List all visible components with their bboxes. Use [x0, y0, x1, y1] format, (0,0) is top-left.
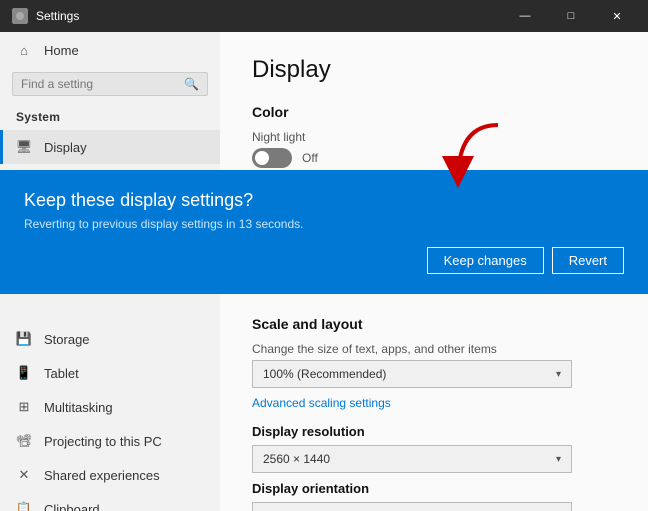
settings-window-icon [12, 8, 28, 24]
sidebar-projecting-label: Projecting to this PC [44, 434, 162, 449]
window-title: Settings [36, 9, 79, 23]
dialog-overlay: Keep these display settings? Reverting t… [0, 170, 648, 294]
sidebar-item-tablet[interactable]: 📱 Tablet [0, 356, 220, 390]
dialog-box: Keep these display settings? Reverting t… [0, 170, 648, 294]
title-bar-left: Settings [12, 8, 79, 24]
night-light-label: Night light [252, 130, 616, 144]
scale-desc: Change the size of text, apps, and other… [252, 342, 616, 356]
dialog-subtitle: Reverting to previous display settings i… [24, 217, 624, 231]
minimize-button[interactable]: — [502, 0, 548, 32]
orientation-dropdown[interactable]: Landscape ▾ [252, 502, 572, 511]
orientation-label: Display orientation [252, 481, 616, 496]
sidebar-item-projecting[interactable]: 📽 Projecting to this PC [0, 424, 220, 458]
sidebar-item-clipboard[interactable]: 📋 Clipboard [0, 492, 220, 511]
scale-section-title: Scale and layout [252, 316, 616, 332]
title-bar: Settings — □ ✕ [0, 0, 648, 32]
sidebar-storage-label: Storage [44, 332, 90, 347]
sidebar-multitasking-label: Multitasking [44, 400, 113, 415]
sidebar-section-label: System [0, 104, 220, 130]
toggle-knob [255, 151, 269, 165]
sidebar-tablet-label: Tablet [44, 366, 79, 381]
projecting-icon: 📽 [16, 433, 32, 449]
sidebar-clipboard-label: Clipboard [44, 502, 100, 511]
scale-section: Scale and layout Change the size of text… [252, 316, 616, 511]
clipboard-icon: 📋 [16, 501, 32, 511]
home-icon: ⌂ [16, 42, 32, 58]
multitasking-icon: ⊞ [16, 399, 32, 415]
night-light-row: Off [252, 148, 616, 168]
display-icon: 🖥 [16, 139, 32, 155]
resolution-dropdown[interactable]: 2560 × 1440 ▾ [252, 445, 572, 473]
advanced-scaling-link[interactable]: Advanced scaling settings [252, 396, 616, 410]
scale-value: 100% (Recommended) [263, 367, 386, 381]
search-input[interactable] [21, 77, 184, 91]
tablet-icon: 📱 [16, 365, 32, 381]
night-light-state: Off [302, 151, 318, 165]
dialog-title: Keep these display settings? [24, 190, 624, 211]
scale-dropdown-arrow: ▾ [556, 369, 561, 380]
sidebar-display-label: Display [44, 140, 87, 155]
sidebar-item-shared[interactable]: ✕ Shared experiences [0, 458, 220, 492]
panel-title: Display [252, 56, 616, 84]
sidebar-home[interactable]: ⌂ Home [0, 32, 220, 68]
settings-window: Settings — □ ✕ ⌂ Home 🔍 System 🖥 Display [0, 0, 648, 511]
resolution-dropdown-arrow: ▾ [556, 454, 561, 465]
scale-dropdown[interactable]: 100% (Recommended) ▾ [252, 360, 572, 388]
sidebar-shared-label: Shared experiences [44, 468, 160, 483]
sidebar-item-storage[interactable]: 💾 Storage [0, 322, 220, 356]
shared-icon: ✕ [16, 467, 32, 483]
window-controls: — □ ✕ [502, 0, 640, 32]
storage-icon: 💾 [16, 331, 32, 347]
sidebar-lower: 💾 Storage 📱 Tablet ⊞ Multitasking 📽 Proj… [0, 318, 220, 511]
color-section-title: Color [252, 104, 616, 120]
dialog-buttons: Keep changes Revert [24, 247, 624, 274]
resolution-label: Display resolution [252, 424, 616, 439]
sidebar-search-container[interactable]: 🔍 [12, 72, 208, 96]
sidebar-item-multitasking[interactable]: ⊞ Multitasking [0, 390, 220, 424]
night-light-toggle[interactable] [252, 148, 292, 168]
sidebar-item-display[interactable]: 🖥 Display [0, 130, 220, 164]
revert-button[interactable]: Revert [552, 247, 624, 274]
resolution-value: 2560 × 1440 [263, 452, 330, 466]
close-button[interactable]: ✕ [594, 0, 640, 32]
keep-changes-button[interactable]: Keep changes [427, 247, 544, 274]
maximize-button[interactable]: □ [548, 0, 594, 32]
search-icon: 🔍 [184, 77, 199, 91]
sidebar-home-label: Home [44, 43, 79, 58]
